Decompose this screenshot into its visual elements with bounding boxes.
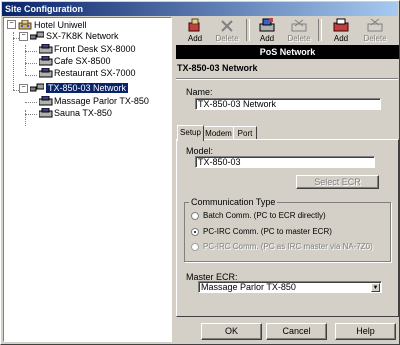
ecr-icon: [39, 96, 53, 106]
pc-irc-master-label: PC-IRC Comm. (PC as IRC master via NA-7Z…: [203, 242, 373, 251]
divider: [176, 78, 398, 80]
window-title: Site Configuration: [2, 2, 398, 16]
model-label: Model:: [186, 146, 214, 156]
add-terminal-icon: [259, 18, 275, 32]
delete-item-icon: [367, 18, 383, 32]
tab-setup[interactable]: Setup: [177, 125, 204, 141]
network-icon: [30, 83, 44, 92]
pc-irc-comm-label: PC-IRC Comm. (PC to master ECR): [203, 227, 332, 236]
communication-type-title: Communication Type: [189, 197, 278, 207]
ok-button[interactable]: OK: [201, 323, 262, 340]
delete-network-button[interactable]: Delete: [212, 17, 242, 44]
add-network-icon: [188, 18, 200, 32]
tree-terminal-front-desk[interactable]: Front Desk SX-8000: [54, 43, 136, 55]
collapse-root-toggle[interactable]: −: [7, 20, 16, 29]
toolbar: Add Delete Add Delete Add Delete: [176, 17, 398, 44]
name-label: Name:: [186, 87, 213, 97]
collapse-network-2-toggle[interactable]: −: [19, 84, 28, 93]
dropdown-arrow-icon[interactable]: ▼: [371, 283, 380, 292]
cancel-button[interactable]: Cancel: [266, 323, 327, 340]
network-title: TX-850-03 Network: [177, 63, 258, 73]
ecr-icon: [39, 108, 53, 118]
tree-terminal-massage-parlor[interactable]: Massage Parlor TX-850: [54, 95, 149, 107]
tree-terminal-cafe[interactable]: Cafe SX-8500: [54, 55, 111, 67]
delete-terminal-icon: [291, 19, 307, 32]
site-configuration-window: Site Configuration − Hotel Uniwell − SX-…: [0, 0, 400, 345]
ecr-icon: [39, 44, 53, 54]
ecr-icon: [39, 56, 53, 66]
tab-modem[interactable]: Modem: [203, 126, 234, 140]
select-ecr-button[interactable]: Select ECR: [296, 175, 379, 189]
add-item-icon: [333, 18, 349, 32]
master-ecr-select[interactable]: Massage Parlor TX-850 ▼: [198, 281, 382, 293]
add-terminal-button[interactable]: Add: [252, 17, 282, 44]
ecr-icon: [39, 68, 53, 78]
network-icon: [30, 31, 44, 40]
help-button[interactable]: Help: [335, 323, 396, 340]
batch-comm-radio[interactable]: [191, 212, 199, 220]
section-header: PoS Network: [176, 45, 399, 59]
master-ecr-value: Massage Parlor TX-850: [201, 282, 296, 292]
batch-comm-label: Batch Comm. (PC to ECR directly): [203, 211, 326, 220]
pc-irc-comm-radio[interactable]: [191, 228, 199, 236]
model-input[interactable]: TX-850-03: [195, 156, 375, 168]
delete-network-icon: [221, 20, 233, 32]
collapse-network-1-toggle[interactable]: −: [19, 32, 28, 41]
hotel-icon: [18, 20, 32, 30]
pc-irc-master-radio[interactable]: [191, 243, 199, 251]
tree-terminal-sauna[interactable]: Sauna TX-850: [54, 107, 112, 119]
tree-network-sx7k8k[interactable]: SX-7K8K Network: [46, 30, 119, 42]
name-input[interactable]: TX-850-03 Network: [195, 98, 381, 110]
delete-item-button[interactable]: Delete: [360, 17, 390, 44]
add-item-button[interactable]: Add: [326, 17, 356, 44]
delete-terminal-button[interactable]: Delete: [284, 17, 314, 44]
site-tree[interactable]: − Hotel Uniwell − SX-7K8K Network Front …: [3, 17, 172, 342]
tree-network-tx85003-selected[interactable]: TX-850-03 Network: [46, 82, 129, 94]
tree-terminal-restaurant[interactable]: Restaurant SX-7000: [54, 67, 136, 79]
add-network-button[interactable]: Add: [180, 17, 210, 44]
tab-port[interactable]: Port: [233, 126, 257, 140]
